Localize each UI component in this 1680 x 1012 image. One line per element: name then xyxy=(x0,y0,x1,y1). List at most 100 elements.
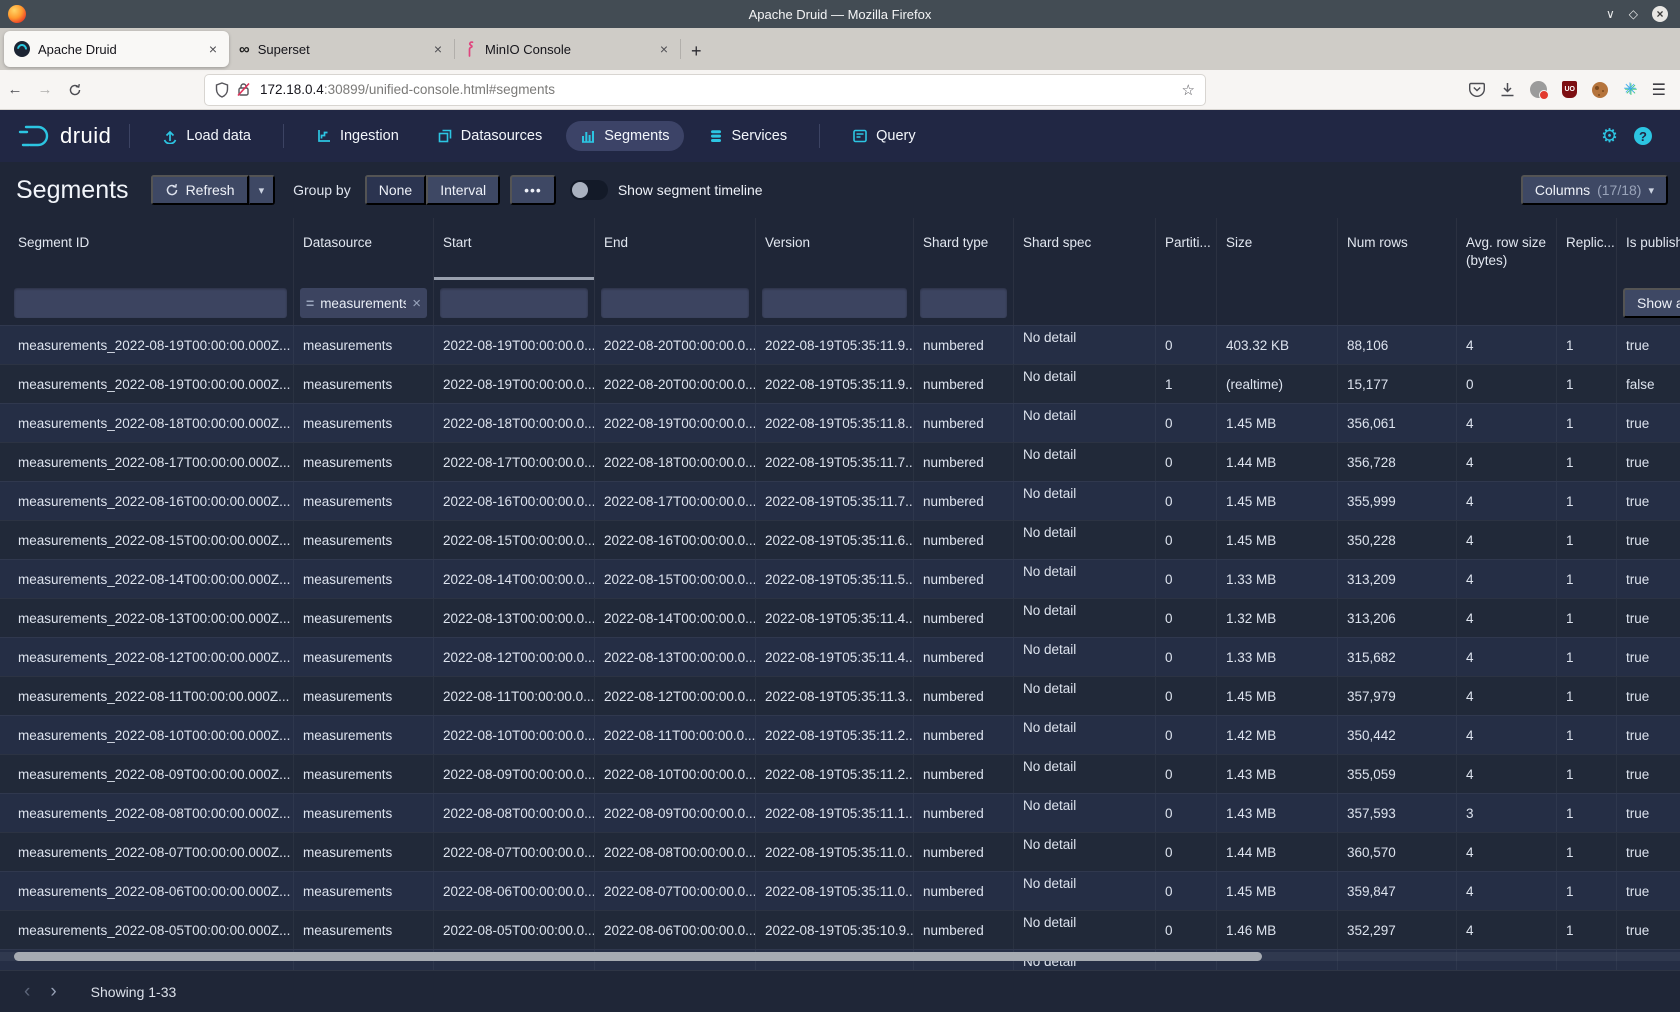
shield-icon[interactable] xyxy=(215,82,229,98)
tab-close-icon[interactable]: × xyxy=(658,41,670,57)
table-row[interactable]: measurements_2022-08-18T00:00:00.000Z...… xyxy=(0,403,1680,442)
help-icon[interactable]: ? xyxy=(1634,127,1652,145)
nav-item-label: Ingestion xyxy=(340,128,399,144)
cell-start: 2022-08-19T00:00:00.0... xyxy=(434,326,595,364)
table-row[interactable]: measurements_2022-08-13T00:00:00.000Z...… xyxy=(0,598,1680,637)
cell-id: measurements_2022-08-06T00:00:00.000Z... xyxy=(0,872,294,910)
new-tab-button[interactable]: + xyxy=(681,41,712,62)
table-row[interactable]: measurements_2022-08-16T00:00:00.000Z...… xyxy=(0,481,1680,520)
scrollbar-thumb[interactable] xyxy=(14,952,1262,961)
column-header-avg_row_size[interactable]: Avg. row size (bytes) xyxy=(1457,218,1557,280)
table-row[interactable]: measurements_2022-08-14T00:00:00.000Z...… xyxy=(0,559,1680,598)
cell-avg_row_size: 4 xyxy=(1457,443,1557,481)
filter-input-end[interactable] xyxy=(601,288,749,318)
minimize-icon[interactable]: ∨ xyxy=(1606,8,1615,20)
back-icon[interactable]: ← xyxy=(0,81,30,98)
is-published-filter-button[interactable]: Show all xyxy=(1623,288,1680,318)
column-header-shard_spec[interactable]: Shard spec xyxy=(1014,218,1156,280)
table-row[interactable]: measurements_2022-08-19T00:00:00.000Z...… xyxy=(0,325,1680,364)
filter-input-version[interactable] xyxy=(762,288,907,318)
cell-avg_row_size: 4 xyxy=(1457,560,1557,598)
filter-input-start[interactable] xyxy=(440,288,588,318)
table-row[interactable]: measurements_2022-08-07T00:00:00.000Z...… xyxy=(0,832,1680,871)
menu-icon[interactable]: ☰ xyxy=(1652,80,1666,100)
refresh-caret-button[interactable]: ▾ xyxy=(249,175,276,205)
toggle-off-icon[interactable] xyxy=(570,180,608,200)
refresh-button[interactable]: Refresh xyxy=(151,175,249,205)
lock-insecure-icon[interactable] xyxy=(237,82,250,97)
bookmark-star-icon[interactable]: ☆ xyxy=(1182,81,1195,99)
columns-button[interactable]: Columns (17/18) ▾ xyxy=(1521,175,1668,205)
ublock-origin-icon[interactable]: UO xyxy=(1562,81,1577,98)
pocket-icon[interactable] xyxy=(1469,82,1485,97)
group-by-none-button[interactable]: None xyxy=(365,175,426,205)
tab-minio-console[interactable]: MinIO Console × xyxy=(455,31,680,67)
table-row[interactable]: measurements_2022-08-05T00:00:00.000Z...… xyxy=(0,910,1680,949)
cell-replicas: 1 xyxy=(1557,404,1617,442)
reload-icon[interactable] xyxy=(60,83,90,97)
extension-asterisk-icon[interactable]: ✳ xyxy=(1623,82,1636,98)
column-header-replicas[interactable]: Replic... xyxy=(1557,218,1617,280)
url-bar[interactable]: 172.18.0.4 :30899/unified-console.html#s… xyxy=(205,75,1205,105)
cell-id: measurements_2022-08-11T00:00:00.000Z... xyxy=(0,677,294,715)
column-header-start[interactable]: Start xyxy=(434,218,595,280)
column-header-end[interactable]: End xyxy=(595,218,756,280)
column-header-partition[interactable]: Partiti... xyxy=(1156,218,1217,280)
query-icon xyxy=(852,128,868,144)
cell-shard_spec: No detail xyxy=(1014,326,1156,364)
cell-start: 2022-08-10T00:00:00.0... xyxy=(434,716,595,754)
segment-timeline-switch[interactable]: Show segment timeline xyxy=(570,180,763,200)
tab-apache-druid[interactable]: Apache Druid × xyxy=(4,31,229,67)
window-title: Apache Druid — Mozilla Firefox xyxy=(0,7,1680,22)
more-options-button[interactable]: ••• xyxy=(510,175,556,205)
nav-item-ingestion[interactable]: Ingestion xyxy=(302,121,413,151)
column-header-num_rows[interactable]: Num rows xyxy=(1338,218,1457,280)
tab-superset[interactable]: ∞ Superset × xyxy=(229,31,454,67)
table-row[interactable]: measurements_2022-08-10T00:00:00.000Z...… xyxy=(0,715,1680,754)
table-row[interactable]: measurements_2022-08-12T00:00:00.000Z...… xyxy=(0,637,1680,676)
nav-item-query[interactable]: Query xyxy=(838,121,930,151)
column-header-is_published[interactable]: Is published xyxy=(1617,218,1680,280)
gear-icon[interactable]: ⚙ xyxy=(1601,125,1618,148)
previous-page-icon[interactable]: ‹ xyxy=(14,982,40,1001)
column-header-version[interactable]: Version xyxy=(756,218,914,280)
horizontal-scrollbar[interactable] xyxy=(0,952,1680,961)
cookie-extension-icon[interactable] xyxy=(1592,82,1608,98)
table-row[interactable]: measurements_2022-08-06T00:00:00.000Z...… xyxy=(0,871,1680,910)
minio-flamingo-icon xyxy=(465,41,477,57)
table-row[interactable]: measurements_2022-08-08T00:00:00.000Z...… xyxy=(0,793,1680,832)
column-header-id[interactable]: Segment ID xyxy=(0,218,294,280)
group-by-interval-button[interactable]: Interval xyxy=(426,175,500,205)
showing-count: Showing 1-33 xyxy=(91,984,177,1000)
next-page-icon[interactable]: › xyxy=(40,982,66,1001)
nav-item-services[interactable]: Services xyxy=(694,121,802,151)
nav-item-segments[interactable]: Segments xyxy=(566,121,683,151)
table-row[interactable]: measurements_2022-08-15T00:00:00.000Z...… xyxy=(0,520,1680,559)
cell-shard_spec: No detail xyxy=(1014,482,1156,520)
column-header-datasource[interactable]: Datasource xyxy=(294,218,434,280)
nav-item-load-data[interactable]: Load data xyxy=(148,121,265,151)
tab-close-icon[interactable]: × xyxy=(207,41,219,57)
table-row[interactable]: measurements_2022-08-17T00:00:00.000Z...… xyxy=(0,442,1680,481)
table-row[interactable]: measurements_2022-08-19T00:00:00.000Z...… xyxy=(0,364,1680,403)
column-header-shard_type[interactable]: Shard type xyxy=(914,218,1014,280)
cell-shard_spec: No detail xyxy=(1014,716,1156,754)
datasource-filter-chip[interactable]: =measurements× xyxy=(300,288,427,318)
filter-input-shard_type[interactable] xyxy=(920,288,1007,318)
cell-partition: 0 xyxy=(1156,599,1217,637)
forward-icon[interactable]: → xyxy=(30,81,60,98)
cell-replicas: 1 xyxy=(1557,365,1617,403)
remove-filter-icon[interactable]: × xyxy=(412,295,421,312)
tab-close-icon[interactable]: × xyxy=(432,41,444,57)
nav-item-datasources[interactable]: Datasources xyxy=(423,121,556,151)
table-row[interactable]: measurements_2022-08-09T00:00:00.000Z...… xyxy=(0,754,1680,793)
table-row[interactable]: measurements_2022-08-11T00:00:00.000Z...… xyxy=(0,676,1680,715)
downloads-icon[interactable] xyxy=(1500,82,1515,97)
druid-brand[interactable]: druid xyxy=(18,123,111,149)
column-header-size[interactable]: Size xyxy=(1217,218,1338,280)
filter-input-id[interactable] xyxy=(14,288,287,318)
maximize-icon[interactable]: ◇ xyxy=(1629,8,1638,20)
cell-shard_spec: No detail xyxy=(1014,833,1156,871)
close-icon[interactable]: × xyxy=(1652,6,1668,22)
account-extension-icon[interactable] xyxy=(1530,81,1547,98)
